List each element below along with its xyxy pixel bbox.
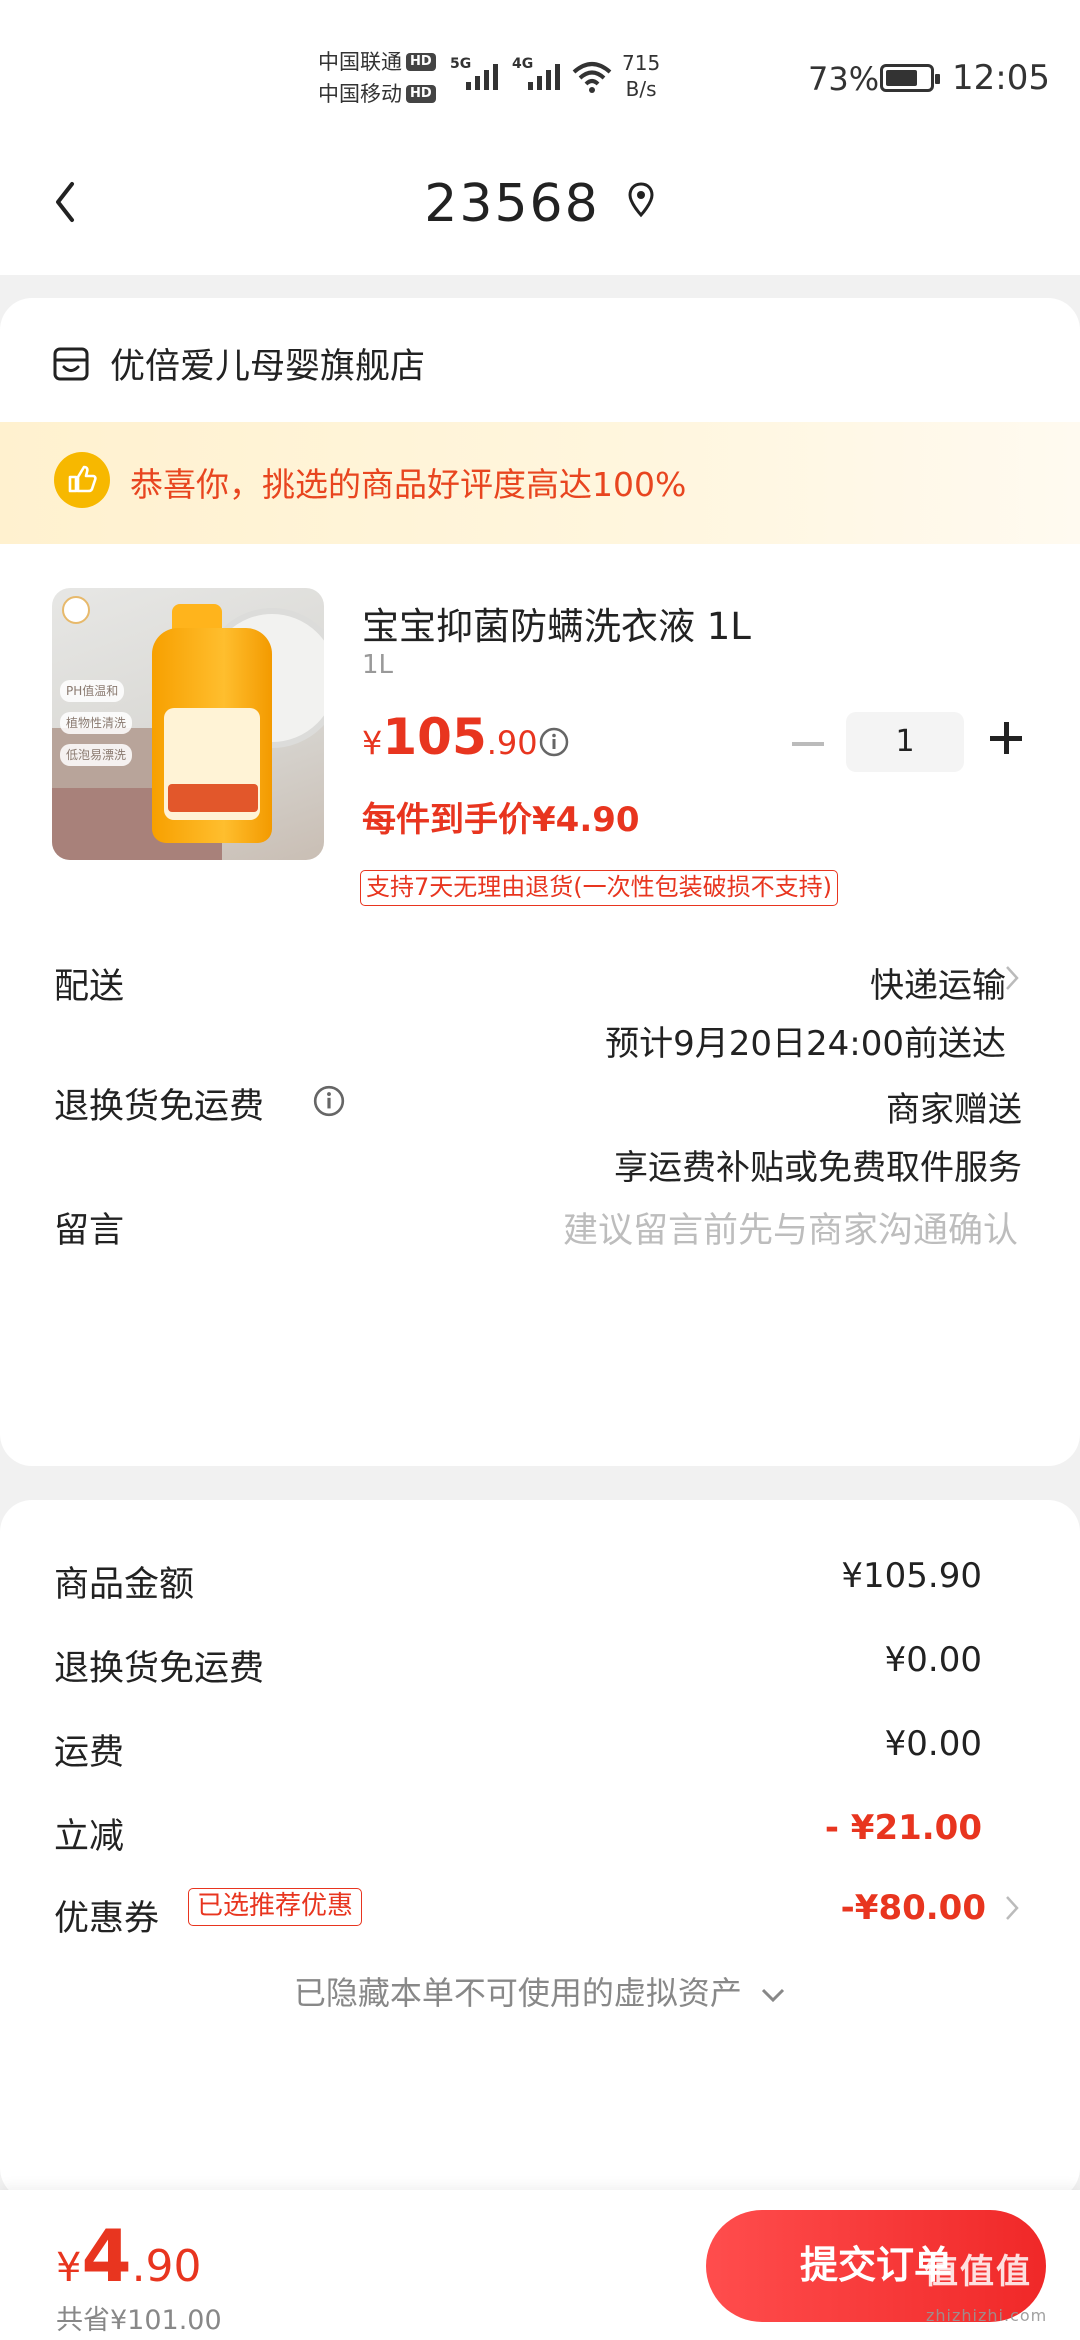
battery-icon: [880, 64, 940, 92]
return-fee-value: ¥0.00: [884, 1640, 982, 1680]
product-price: ¥105.90: [362, 708, 538, 766]
page-title: 23568: [424, 174, 600, 234]
increase-quantity-button[interactable]: [990, 722, 1022, 754]
shipping-fee-label: 运费: [54, 1733, 125, 1773]
price-decimal: .90: [486, 724, 538, 762]
total-saved: 共省¥101.00: [56, 2305, 222, 2336]
total-integer: 4: [81, 2214, 132, 2298]
thumbs-up-icon: [54, 452, 110, 508]
delivery-label: 配送: [54, 967, 125, 1007]
shipping-fee-value: ¥0.00: [884, 1724, 982, 1764]
address-title[interactable]: 23568: [0, 174, 1080, 234]
delivery-method[interactable]: 快递运输: [870, 958, 1006, 1007]
discount-label: 立减: [54, 1817, 125, 1857]
info-icon[interactable]: [538, 726, 570, 758]
network-speed: 715 B/s: [622, 50, 660, 102]
carrier-info: 中国联通 HD 中国移动 HD: [318, 46, 436, 110]
speed-value: 715: [622, 51, 661, 75]
hd-badge: HD: [406, 53, 436, 71]
delivery-eta: 预计9月20日24:00前送达: [605, 1024, 1006, 1064]
price-currency: ¥: [362, 724, 383, 762]
coupon-value[interactable]: -¥80.00: [841, 1888, 986, 1928]
watermark-url: zhizhizhi.com: [926, 2306, 1048, 2325]
nav-header: 23568: [0, 150, 1080, 275]
return-shipping-desc: 享运费补贴或免费取件服务: [614, 1148, 1022, 1188]
total-decimal: .90: [131, 2241, 202, 2292]
clock: 12:05: [952, 58, 1050, 98]
praise-banner: 恭喜你，挑选的商品好评度高达100%: [0, 422, 1080, 544]
remark-input[interactable]: 建议留言前先与商家沟通确认: [563, 1202, 1018, 1253]
brand-logo-icon: [62, 596, 90, 624]
store-icon: [53, 347, 89, 380]
price-integer: 105: [382, 708, 487, 766]
speed-unit: B/s: [625, 77, 657, 101]
chevron-right-icon[interactable]: [1004, 1894, 1020, 1922]
order-confirm-page: 中国联通HD 中国移动HD 5G 4G 715 B/s 73% 12:05: [0, 0, 1080, 2340]
status-bar: 中国联通 HD 中国移动 HD 5G 4G 715 B/s 73% 12:05: [0, 0, 1080, 150]
hidden-assets-toggle[interactable]: 已隐藏本单不可使用的虚拟资产: [0, 1968, 1080, 2014]
banner-text: 恭喜你，挑选的商品好评度高达100%: [130, 465, 687, 504]
coupon-label: 优惠券: [54, 1899, 160, 1939]
checkout-bar: ¥4.90 共省¥101.00 提交订单: [0, 2190, 1080, 2340]
coupon-selected-badge: 已选推荐优惠: [188, 1888, 363, 1926]
location-pin-icon: [628, 182, 654, 218]
decrease-quantity-button[interactable]: [792, 742, 824, 746]
image-tag: 植物性清洗: [60, 712, 133, 734]
image-tag: 低泡易漂洗: [60, 744, 133, 766]
product-title[interactable]: 宝宝抑菌防螨洗衣液 1L: [362, 596, 751, 650]
carrier-1: 中国联通: [318, 50, 402, 74]
return-shipping-label: 退换货免运费: [54, 1087, 265, 1127]
total-price: ¥4.90: [56, 2214, 202, 2298]
return-shipping-value: 商家赠送: [886, 1090, 1022, 1130]
remark-label: 留言: [54, 1211, 125, 1251]
return-policy-badge: 支持7天无理由退货(一次性包装破损不支持): [360, 870, 838, 906]
chevron-right-icon[interactable]: [1004, 964, 1020, 992]
total-currency: ¥: [56, 2245, 82, 2291]
product-image[interactable]: PH值温和 植物性清洗 低泡易漂洗: [52, 588, 324, 860]
hidden-assets-note: 已隐藏本单不可使用的虚拟资产: [293, 1974, 742, 2012]
store-header[interactable]: 优倍爱儿母婴旗舰店: [52, 338, 425, 389]
quantity-input[interactable]: 1: [846, 712, 964, 772]
goods-amount-label: 商品金额: [54, 1565, 195, 1605]
unit-final-price: 每件到手价¥4.90: [362, 800, 640, 840]
store-name: 优倍爱儿母婴旗舰店: [110, 347, 426, 387]
chevron-down-icon: [762, 1988, 785, 2003]
watermark: 值值值: [924, 2252, 1032, 2292]
goods-amount-value: ¥105.90: [841, 1556, 982, 1596]
hd-badge: HD: [406, 85, 436, 103]
image-tag: PH值温和: [60, 680, 125, 702]
discount-value: - ¥21.00: [824, 1808, 982, 1848]
price-summary-card: 商品金额 ¥105.90 退换货免运费 ¥0.00 运费 ¥0.00 立减 - …: [0, 1500, 1080, 2200]
info-icon[interactable]: [312, 1084, 346, 1118]
battery-percent: 73%: [808, 60, 880, 98]
wifi-icon: [572, 62, 612, 93]
return-fee-label: 退换货免运费: [54, 1649, 265, 1689]
product-spec[interactable]: 1L: [362, 650, 393, 680]
carrier-2: 中国移动: [318, 82, 402, 106]
order-item-card: 优倍爱儿母婴旗舰店 恭喜你，挑选的商品好评度高达100% PH值温和 植物性清洗…: [0, 298, 1080, 1466]
